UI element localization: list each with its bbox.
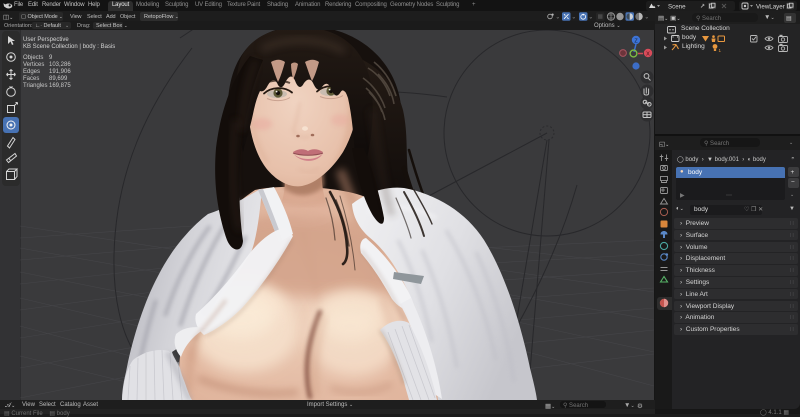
svg-text:Scene: Scene bbox=[668, 3, 686, 10]
svg-text:ViewLayer: ViewLayer bbox=[756, 3, 785, 10]
svg-text:1: 1 bbox=[719, 48, 722, 53]
svg-text:⌄: ⌄ bbox=[645, 14, 650, 20]
svg-text:X: X bbox=[646, 51, 650, 57]
svg-text:⌄: ⌄ bbox=[572, 14, 577, 20]
svg-text:⌄: ⌄ bbox=[556, 14, 561, 20]
svg-text:⌄: ⌄ bbox=[589, 14, 594, 20]
